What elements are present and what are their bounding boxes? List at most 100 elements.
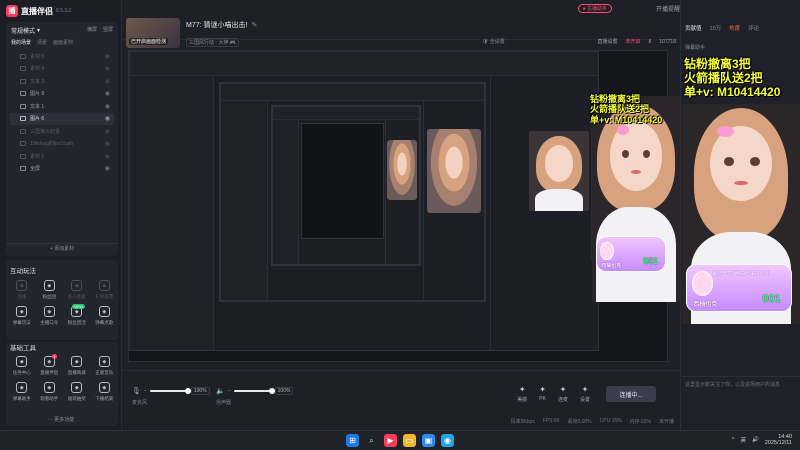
landscape-button[interactable]: 横屏: [87, 26, 97, 33]
live-cover-thumbnail[interactable]: 已开启画面检测: [126, 18, 180, 48]
visibility-eye-icon[interactable]: ◉: [105, 103, 110, 110]
source-item[interactable]: 10kdsag的fps1tuah ◉: [10, 138, 114, 151]
source-label: 全屏: [30, 166, 41, 173]
speaker-label: 扬声器: [216, 400, 232, 406]
tab-my-scenes[interactable]: 我的场景: [11, 39, 31, 46]
source-item[interactable]: 全屏 ◉: [10, 163, 114, 176]
control-gear-button[interactable]: ✦ 设置: [580, 385, 590, 403]
visibility-eye-icon[interactable]: ◉: [105, 128, 110, 135]
speaker-icon[interactable]: 🔈: [216, 387, 225, 395]
category-tag[interactable]: 三国风行动 - 大神 🎮: [186, 38, 240, 47]
tool-label: 粉丝团活: [67, 320, 86, 325]
mirror-sidebar: [130, 75, 215, 350]
bell-icon[interactable]: 开播提醒: [656, 4, 680, 13]
mic-percent[interactable]: 100%: [190, 387, 210, 395]
language-indicator[interactable]: 英: [741, 436, 747, 444]
control-pk-button[interactable]: ✦ PK: [539, 385, 546, 403]
speaker-percent[interactable]: 100%: [274, 387, 294, 395]
mic-slider-knob[interactable]: [184, 388, 191, 394]
tray-expand-icon[interactable]: ^: [732, 437, 735, 443]
assistant-status-badge[interactable]: ● 主播助手: [577, 4, 612, 13]
tool-download[interactable]: ◆ 正版音乐: [91, 356, 119, 376]
source-item[interactable]: 图片 6 ◉: [10, 112, 114, 125]
tool-cart[interactable]: ◆ 直播商城: [63, 356, 91, 376]
shield-settings-link[interactable]: 🛡 全设置: [482, 38, 505, 45]
tool-star[interactable]: ◆ 礼物投票: [91, 280, 119, 300]
browser-icon[interactable]: ◉: [441, 434, 454, 447]
download-icon: ◆: [98, 356, 110, 367]
search-icon[interactable]: ⌕: [365, 434, 378, 447]
mic-slider[interactable]: [149, 388, 191, 394]
tool-heart-shield[interactable]: ◆ 粉丝团活 NEW: [63, 304, 91, 326]
visibility-eye-icon[interactable]: ◉: [105, 65, 110, 72]
eye: [750, 156, 760, 166]
tool-shield[interactable]: ◆ 粉丝团: [36, 280, 64, 300]
source-item[interactable]: 图片 9 ◉: [10, 88, 114, 101]
mirror-cam: [426, 129, 482, 213]
live-title[interactable]: M77: 猜谜小喵出击! ✎: [186, 20, 257, 30]
visibility-eye-icon[interactable]: ◉: [105, 165, 110, 172]
tool-multi-user[interactable]: ◆ 多人连麦: [63, 280, 91, 300]
tool-music[interactable]: ◆ 弹幕点歌: [91, 306, 119, 326]
volume-icon[interactable]: 🔊: [752, 437, 759, 443]
speaker-slider-knob[interactable]: [268, 388, 275, 394]
tool-ad[interactable]: ◆ 直播伴侣 1: [36, 354, 64, 376]
store-icon[interactable]: ▣: [422, 434, 435, 447]
visibility-eye-icon[interactable]: ◉: [105, 115, 110, 122]
more-features-link[interactable]: ··· 更多功能: [0, 416, 122, 423]
tab-scenes[interactable]: 场景: [37, 39, 47, 46]
go-live-button[interactable]: 连播中...: [606, 386, 656, 402]
tool-label: 连线: [17, 294, 27, 299]
tool-badge: NEW: [72, 304, 85, 309]
source-item[interactable]: 文本 1 ◉: [10, 100, 114, 113]
tool-mic[interactable]: ◆ 连线: [8, 280, 36, 300]
live-companion-app-icon[interactable]: ▶: [384, 434, 397, 447]
source-item[interactable]: 文本 3 ◉: [10, 75, 114, 88]
tool-danmaku[interactable]: ◆ 弹幕玩法: [8, 306, 36, 326]
add-source-button[interactable]: + 添加素材: [6, 245, 118, 252]
visibility-eye-icon[interactable]: ◉: [105, 90, 110, 97]
chevron-down-icon: ▾: [37, 28, 41, 34]
live-settings-link[interactable]: 直播设置: [598, 38, 618, 45]
source-label: 10kdsag的fps1tuah: [30, 141, 74, 148]
spk-minus: −: [227, 388, 231, 394]
scene-mode-dropdown[interactable]: 常规模式 ▾: [11, 26, 40, 35]
edit-icon[interactable]: ✎: [251, 22, 257, 29]
brand-name: 直播伴侣: [21, 6, 53, 16]
control-beauty-button[interactable]: ✦ 美颜: [517, 385, 527, 403]
sticker-number: 001: [643, 256, 659, 267]
portrait-button[interactable]: 竖屏: [103, 26, 113, 33]
source-item[interactable]: 素材 5 ◉: [10, 50, 114, 63]
mic-icon[interactable]: 🎙: [132, 387, 141, 395]
clock[interactable]: 14:40 2025/12/11: [765, 434, 792, 447]
control-link-button[interactable]: ✦ 连麦: [558, 385, 568, 403]
tab-contribution[interactable]: 贡献值: [685, 24, 702, 32]
tool-chat-bubble[interactable]: ◆ 弹幕助手: [8, 382, 36, 402]
source-type-icon: [20, 166, 26, 172]
tab-comments[interactable]: 评论: [748, 24, 759, 32]
tab-count[interactable]: 10万: [710, 24, 722, 32]
tool-task[interactable]: ◆ 任务中心: [8, 356, 36, 376]
visibility-eye-icon[interactable]: ◉: [105, 53, 110, 60]
tool-command[interactable]: ◆ 主播口令: [36, 306, 64, 326]
mic-label: 麦克风: [132, 400, 148, 406]
source-item[interactable]: 素材 4 ◉: [10, 63, 114, 76]
visibility-eye-icon[interactable]: ◉: [105, 153, 110, 160]
stream-preview[interactable]: 钻粉撤离3把 火箭播队送2把 单+v: M10414420 001: [128, 50, 668, 362]
source-label: 素材 4: [30, 66, 45, 73]
speaker-slider[interactable]: [233, 388, 275, 394]
visibility-eye-icon[interactable]: ◉: [105, 78, 110, 85]
visibility-eye-icon[interactable]: ◉: [105, 140, 110, 147]
windows-start-icon[interactable]: ⊞: [346, 434, 359, 447]
thumb-label: 已开启画面检测: [129, 38, 169, 45]
tool-gift[interactable]: ◆ 福袋抽奖: [63, 382, 91, 402]
tool-eye[interactable]: ◆ 观看助手: [36, 382, 64, 402]
tab-heat[interactable]: 热度: [729, 24, 740, 32]
source-item[interactable]: 三国演义纪录 ◉: [10, 125, 114, 138]
file-explorer-icon[interactable]: ▭: [403, 434, 416, 447]
tab-materials[interactable]: 画面素材: [53, 39, 73, 46]
source-item[interactable]: 素材 1 ◉: [10, 150, 114, 163]
control-label: PK: [539, 396, 546, 402]
tool-stop[interactable]: ◆ 下播结束: [91, 382, 119, 402]
star-icon: ◆: [98, 280, 110, 291]
